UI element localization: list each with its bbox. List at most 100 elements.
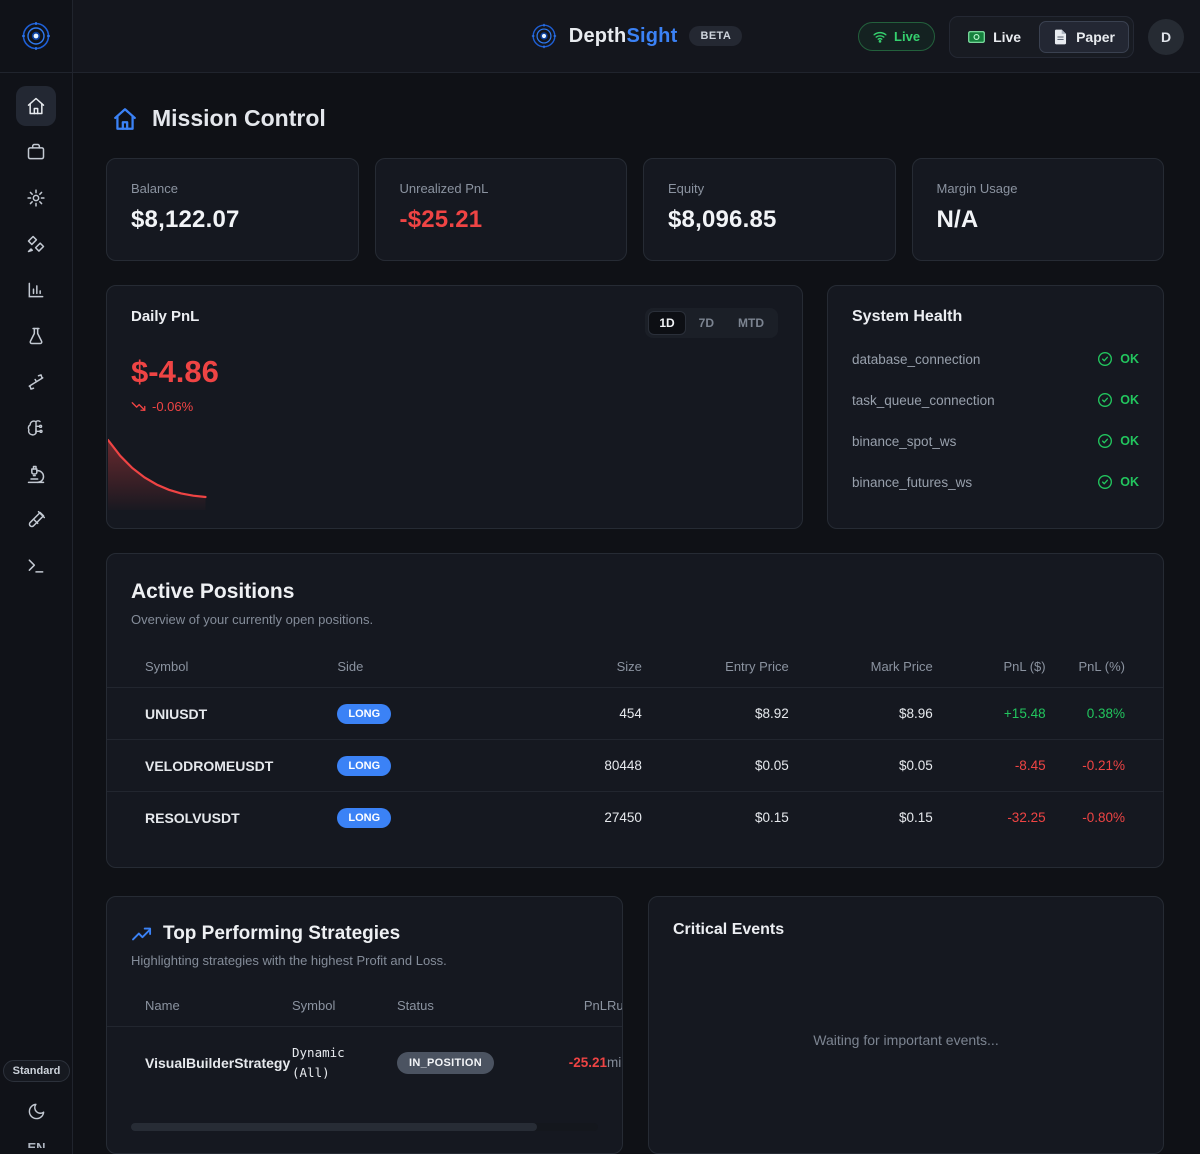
position-entry: $0.15	[642, 792, 789, 844]
strategies-scroll-area[interactable]: Name Symbol Status PnL Runt VisualBuilde…	[107, 988, 622, 1099]
balance-card: Balance $8,122.07	[106, 158, 359, 261]
stat-label: Unrealized PnL	[400, 181, 603, 196]
position-row[interactable]: UNIUSDT LONG 454 $8.92 $8.96 +15.48 0.38…	[107, 688, 1163, 740]
health-status: OK	[1120, 434, 1139, 448]
strategy-runtime: minu	[607, 1027, 622, 1099]
side-badge: LONG	[337, 704, 391, 724]
stat-value: -$25.21	[400, 206, 603, 234]
sidebar-item-analytics[interactable]	[16, 270, 56, 310]
position-pnl-usd: -32.25	[933, 792, 1046, 844]
connection-status-badge: Live	[858, 22, 935, 51]
mode-paper-button[interactable]: Paper	[1039, 21, 1129, 53]
position-entry: $8.92	[642, 688, 789, 740]
health-item: binance_spot_ws OK	[852, 433, 1139, 449]
stat-label: Margin Usage	[937, 181, 1140, 196]
col-pnl-pct: PnL (%)	[1046, 649, 1163, 688]
range-7d-button[interactable]: 7D	[688, 311, 725, 335]
strategy-symbol: Dynamic (All)	[292, 1027, 397, 1099]
moon-icon	[27, 1102, 46, 1121]
trading-mode-toggle: Live Paper	[949, 16, 1134, 58]
health-item: task_queue_connection OK	[852, 392, 1139, 408]
bar-chart-icon	[26, 280, 46, 300]
col-name: Name	[107, 988, 292, 1027]
sidebar-item-ai[interactable]	[16, 408, 56, 448]
position-mark: $0.15	[789, 792, 933, 844]
top-bar: DepthSight BETA Live Live	[0, 0, 1200, 73]
active-positions-title: Active Positions	[131, 580, 1139, 604]
scrollbar-thumb[interactable]	[131, 1123, 537, 1131]
trend-arrows-icon	[26, 372, 46, 392]
sidebar-item-briefcase[interactable]	[16, 132, 56, 172]
unrealized-pnl-card: Unrealized PnL -$25.21	[375, 158, 628, 261]
side-badge: LONG	[337, 808, 391, 828]
check-circle-icon	[1097, 392, 1113, 408]
position-mark: $8.96	[789, 688, 933, 740]
health-name: binance_spot_ws	[852, 434, 956, 449]
range-toggle: 1D 7D MTD	[645, 308, 778, 338]
theme-toggle[interactable]	[22, 1096, 52, 1126]
sidebar-item-testing[interactable]	[16, 500, 56, 540]
radar-logo-icon	[21, 21, 51, 51]
daily-pnl-card: Daily PnL 1D 7D MTD $-4.86 -0.06%	[106, 285, 803, 529]
col-size: Size	[500, 649, 642, 688]
mode-live-button[interactable]: Live	[954, 21, 1035, 53]
stat-label: Equity	[668, 181, 871, 196]
wifi-icon	[873, 30, 887, 43]
horizontal-scrollbar[interactable]	[131, 1123, 598, 1131]
position-pnl-usd: +15.48	[933, 688, 1046, 740]
position-pnl-pct: -0.80%	[1046, 792, 1163, 844]
col-pnl: PnL	[522, 988, 607, 1027]
daily-pnl-title: Daily PnL	[131, 308, 199, 325]
health-item: database_connection OK	[852, 351, 1139, 367]
sidebar-item-signals[interactable]	[16, 362, 56, 402]
avatar-initial: D	[1161, 29, 1171, 45]
sidebar-item-builder[interactable]	[16, 224, 56, 264]
range-mtd-button[interactable]: MTD	[727, 311, 775, 335]
briefcase-icon	[26, 142, 46, 162]
equity-card: Equity $8,096.85	[643, 158, 896, 261]
position-symbol: RESOLVUSDT	[107, 792, 337, 844]
sidebar-item-settings[interactable]	[16, 178, 56, 218]
col-symbol: Symbol	[107, 649, 337, 688]
position-size: 454	[500, 688, 642, 740]
position-pnl-pct: -0.21%	[1046, 740, 1163, 792]
health-name: binance_futures_ws	[852, 475, 972, 490]
margin-usage-card: Margin Usage N/A	[912, 158, 1165, 261]
active-positions-subtitle: Overview of your currently open position…	[131, 612, 1139, 627]
home-icon	[112, 106, 138, 132]
strategies-table: Name Symbol Status PnL Runt VisualBuilde…	[107, 988, 622, 1099]
position-row[interactable]: RESOLVUSDT LONG 27450 $0.15 $0.15 -32.25…	[107, 792, 1163, 844]
position-row[interactable]: VELODROMEUSDT LONG 80448 $0.05 $0.05 -8.…	[107, 740, 1163, 792]
language-selector[interactable]: EN	[27, 1140, 45, 1148]
health-status: OK	[1120, 352, 1139, 366]
sidebar-item-lab[interactable]	[16, 316, 56, 356]
daily-pnl-value: $-4.86	[131, 354, 778, 390]
col-runtime: Runt	[607, 988, 622, 1027]
strategy-pnl: -25.21	[522, 1027, 607, 1099]
user-avatar[interactable]: D	[1148, 19, 1184, 55]
sidebar-item-research[interactable]	[16, 454, 56, 494]
sidebar-item-home[interactable]	[16, 86, 56, 126]
connection-status-label: Live	[894, 29, 920, 44]
app-logo[interactable]	[0, 0, 73, 72]
col-side: Side	[337, 649, 499, 688]
critical-events-card: Critical Events Waiting for important ev…	[648, 896, 1164, 1154]
position-entry: $0.05	[642, 740, 789, 792]
col-mark: Mark Price	[789, 649, 933, 688]
side-badge: LONG	[337, 756, 391, 776]
trending-up-icon	[131, 925, 153, 943]
sidebar-item-terminal[interactable]	[16, 546, 56, 586]
beta-badge: BETA	[689, 26, 742, 46]
terminal-icon	[26, 556, 46, 576]
gear-icon	[26, 188, 46, 208]
position-size: 80448	[500, 740, 642, 792]
check-circle-icon	[1097, 351, 1113, 367]
strategy-row[interactable]: VisualBuilderStrategy Dynamic (All) IN_P…	[107, 1027, 622, 1099]
banknote-icon	[968, 30, 985, 44]
position-symbol: UNIUSDT	[107, 688, 337, 740]
positions-header-row: Symbol Side Size Entry Price Mark Price …	[107, 649, 1163, 688]
check-circle-icon	[1097, 474, 1113, 490]
range-1d-button[interactable]: 1D	[648, 311, 685, 335]
radar-logo-icon	[531, 23, 557, 49]
position-symbol: VELODROMEUSDT	[107, 740, 337, 792]
